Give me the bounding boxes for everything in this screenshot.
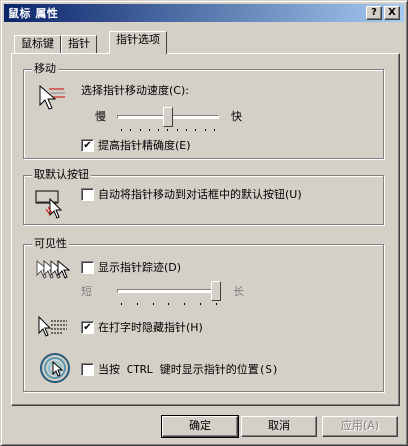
snap-to-button-icon [35,190,63,219]
show-location-ctrl-checkbox[interactable]: ✔ [81,363,94,376]
close-button[interactable]: X [384,6,400,20]
title-bar[interactable]: 鼠标 属性 ? X [4,4,404,22]
tab-pointers[interactable]: 指针 [61,35,97,53]
speed-slider-thumb[interactable] [163,107,173,127]
trail-long-label: 长 [233,285,244,298]
tab-pointer-options[interactable]: 指针选项 [109,31,167,54]
snap-to-group-label: 取默认按钮 [32,168,91,182]
motion-group-label: 移动 [32,62,58,76]
mouse-properties-dialog: 鼠标 属性 ? X 鼠标键 指针 指针选项 移动 选择指针移动速度(C): 慢 … [0,0,408,446]
trail-length-slider-track[interactable] [117,289,221,293]
precision-label[interactable]: 提高指针精确度(E) [98,139,191,153]
precision-checkbox[interactable]: ✔ [81,139,94,152]
motion-group: 移动 [23,62,384,159]
cancel-button[interactable]: 取消 [241,416,317,437]
snap-to-default-label[interactable]: 自动将指针移动到对话框中的默认按钮(U) [98,188,302,202]
window-title: 鼠标 属性 [8,7,59,20]
ok-button[interactable]: 确定 [161,415,239,438]
pointer-trails-icon [36,259,71,279]
trail-short-label: 短 [81,285,92,298]
help-button[interactable]: ? [366,6,382,20]
check-mark-icon: ✔ [83,322,92,333]
slow-label: 慢 [95,110,106,123]
check-mark-icon: ✔ [83,140,92,151]
visibility-group-label: 可见性 [32,237,69,251]
pointer-speed-icon [39,84,65,110]
hide-while-typing-label[interactable]: 在打字时隐藏指针(H) [98,321,203,335]
tab-buttons[interactable]: 鼠标键 [14,35,61,53]
speed-slider-ticks [121,129,215,132]
pointer-trails-label[interactable]: 显示指针踪迹(D) [98,261,181,275]
hide-pointer-icon [38,315,67,337]
show-location-icon [40,353,70,383]
speed-label: 选择指针移动速度(C): [81,84,189,97]
fast-label: 快 [231,110,242,123]
hide-while-typing-checkbox[interactable]: ✔ [81,321,94,334]
trail-length-slider-thumb[interactable] [211,281,221,301]
apply-button[interactable]: 应用(A) [322,416,398,437]
snap-to-default-checkbox[interactable]: ✔ [81,188,94,201]
pointer-trails-checkbox[interactable]: ✔ [81,261,94,274]
trail-length-slider-ticks [121,303,217,306]
show-location-ctrl-label[interactable]: 当按 CTRL 键时显示指针的位置(S) [98,363,279,377]
